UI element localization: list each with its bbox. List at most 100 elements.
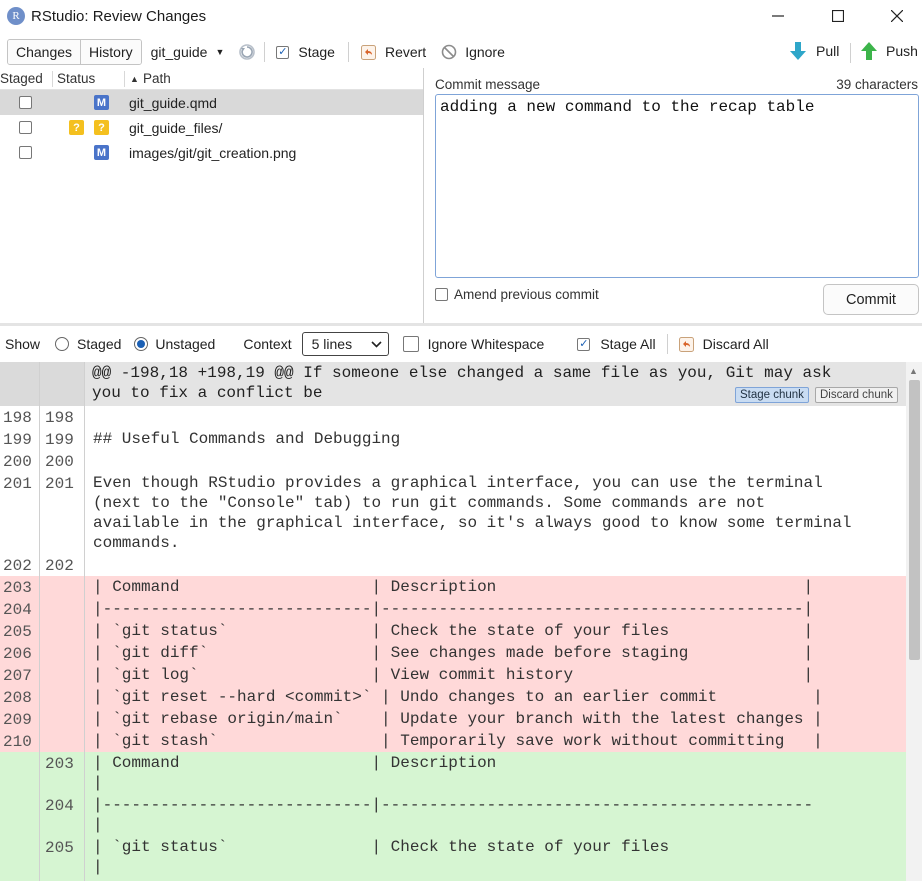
old-line-number: 204 xyxy=(3,601,32,619)
commit-button[interactable]: Commit xyxy=(823,284,919,315)
new-line-number: 200 xyxy=(45,453,74,471)
new-line-number: 201 xyxy=(45,475,74,493)
old-line-number: 205 xyxy=(3,623,32,641)
commit-panel: Commit message 39 characters adding a ne… xyxy=(425,68,922,323)
file-row[interactable]: Mgit_guide.qmd xyxy=(0,90,423,115)
modified-status-icon: M xyxy=(94,95,109,110)
stage-label: Stage xyxy=(298,44,335,60)
hunk-header: @@ -198,18 +198,19 @@ If someone else ch… xyxy=(0,362,906,406)
gutter-divider xyxy=(84,362,85,881)
diff-line-context[interactable]: 198 198 xyxy=(0,406,906,428)
old-line-number: 208 xyxy=(3,689,32,707)
stage-all-label[interactable]: Stage All xyxy=(600,336,655,352)
file-row[interactable]: Mimages/git/git_creation.png xyxy=(0,140,423,165)
discard-all-label[interactable]: Discard All xyxy=(703,336,769,352)
file-path: images/git/git_creation.png xyxy=(129,145,297,161)
maximize-icon xyxy=(832,10,844,22)
ignore-button[interactable]: Ignore xyxy=(441,44,505,60)
diff-line-context[interactable]: 200 200 xyxy=(0,450,906,472)
diff-line-context[interactable]: 201 201 Even though RStudio provides a gra… xyxy=(0,472,906,554)
diff-line-removed[interactable]: 207 | `git log` | View commit history | xyxy=(0,664,906,686)
file-row[interactable]: ?? git_guide_files/ xyxy=(0,115,423,140)
gutter-divider xyxy=(39,362,40,881)
column-header-status[interactable]: Status xyxy=(57,71,95,86)
hunk-gutter xyxy=(0,362,84,406)
diff-line-text: | `git log` | View commit history | xyxy=(93,666,814,684)
toolbar-divider xyxy=(666,334,668,354)
new-line-number: 205 xyxy=(45,839,74,857)
diff-line-context[interactable]: 199 199 ## Useful Commands and Debugging xyxy=(0,428,906,450)
ignore-whitespace-label: Ignore Whitespace xyxy=(427,336,545,352)
pull-button[interactable]: Pull xyxy=(790,42,839,60)
diff-line-removed[interactable]: 206 | `git diff` | See changes made befor… xyxy=(0,642,906,664)
staged-checkbox[interactable] xyxy=(19,146,32,159)
tab-changes[interactable]: Changes xyxy=(8,40,81,64)
diff-line-removed[interactable]: 203 | Command | Description | xyxy=(0,576,906,598)
close-button[interactable] xyxy=(868,0,922,32)
diff-line-added[interactable]: 205 | `git status` | Check the state of y… xyxy=(0,836,906,878)
discard-chunk-button[interactable]: Discard chunk xyxy=(815,387,898,403)
toolbar-divider xyxy=(347,42,349,62)
ignore-label: Ignore xyxy=(465,44,505,60)
unstaged-radio[interactable] xyxy=(134,337,149,351)
branch-dropdown[interactable]: git_guide ▼ xyxy=(151,44,225,60)
diff-line-added[interactable]: 204 |----------------------------|-------… xyxy=(0,794,906,836)
minimize-button[interactable] xyxy=(749,0,807,32)
staged-checkbox[interactable] xyxy=(19,96,32,109)
old-line-number: 198 xyxy=(3,409,32,427)
scroll-up-icon[interactable]: ▲ xyxy=(909,366,918,376)
diff-line-removed[interactable]: 208 | `git reset --hard <commit>` | Undo … xyxy=(0,686,906,708)
maximize-button[interactable] xyxy=(809,0,867,32)
stage-button[interactable]: ✓ Stage xyxy=(276,44,335,60)
old-line-number: 209 xyxy=(3,711,32,729)
commit-message-input[interactable]: adding a new command to the recap table xyxy=(435,94,919,278)
column-header-path[interactable]: Path xyxy=(143,71,171,86)
diff-line-text: | `git reset --hard <commit>` | Undo cha… xyxy=(93,688,823,706)
revert-button[interactable]: Revert xyxy=(360,44,426,60)
scrollbar-thumb[interactable] xyxy=(909,380,920,660)
new-line-number: 198 xyxy=(45,409,74,427)
context-select[interactable]: 5 lines xyxy=(301,332,389,356)
push-arrow-icon xyxy=(861,42,877,60)
amend-commit-option[interactable]: Amend previous commit xyxy=(435,287,599,302)
window-title: RStudio: Review Changes xyxy=(31,7,207,25)
diff-line-text: Even though RStudio provides a graphical… xyxy=(93,474,852,552)
diff-toolbar: Show Staged Unstaged Context 5 lines Ign… xyxy=(0,329,922,359)
amend-checkbox[interactable] xyxy=(435,288,448,301)
review-toolbar: Changes History git_guide ▼ ✓ Stage Reve… xyxy=(0,36,922,68)
push-button[interactable]: Push xyxy=(861,42,918,60)
new-line-number: 199 xyxy=(45,431,74,449)
tab-history[interactable]: History xyxy=(80,40,141,64)
staged-checkbox[interactable] xyxy=(19,121,32,134)
staged-radio-label: Staged xyxy=(77,336,122,352)
new-line-number: 202 xyxy=(45,557,74,575)
old-line-number: 199 xyxy=(3,431,32,449)
file-path: git_guide.qmd xyxy=(129,95,217,111)
pane-splitter[interactable] xyxy=(0,323,922,326)
discard-icon[interactable] xyxy=(678,336,694,352)
view-tab-group: Changes History xyxy=(7,39,142,65)
diff-line-added[interactable]: 203 | Command | Description | xyxy=(0,752,906,794)
old-line-number: 202 xyxy=(3,557,32,575)
old-line-number: 210 xyxy=(3,733,32,751)
staged-radio[interactable] xyxy=(55,337,70,351)
diff-line-removed[interactable]: 205 | `git status` | Check the state of y… xyxy=(0,620,906,642)
column-divider xyxy=(124,71,125,87)
stage-all-checkbox-icon[interactable]: ✓ xyxy=(577,337,591,351)
diff-line-text: | `git rebase origin/main` | Update your… xyxy=(93,710,823,728)
minimize-icon xyxy=(772,15,784,17)
diff-line-removed[interactable]: 204 |----------------------------|-------… xyxy=(0,598,906,620)
diff-line-context[interactable]: 202 202 xyxy=(0,554,906,576)
diff-line-removed[interactable]: 209 | `git rebase origin/main` | Update y… xyxy=(0,708,906,730)
old-line-number: 200 xyxy=(3,453,32,471)
diff-line-text: |----------------------------|----------… xyxy=(93,796,814,834)
chevron-down-icon: ▼ xyxy=(215,47,225,57)
column-divider xyxy=(52,71,53,87)
ignore-whitespace-checkbox[interactable] xyxy=(402,336,419,352)
column-header-staged[interactable]: Staged xyxy=(0,71,43,86)
refresh-button[interactable] xyxy=(238,43,256,61)
diff-line-removed[interactable]: 210 | `git stash` | Temporarily save work… xyxy=(0,730,906,752)
diff-scrollbar[interactable]: ▲ xyxy=(906,362,922,881)
file-list-header: Staged Status ▲ Path xyxy=(0,68,423,90)
stage-chunk-button[interactable]: Stage chunk xyxy=(735,387,809,403)
